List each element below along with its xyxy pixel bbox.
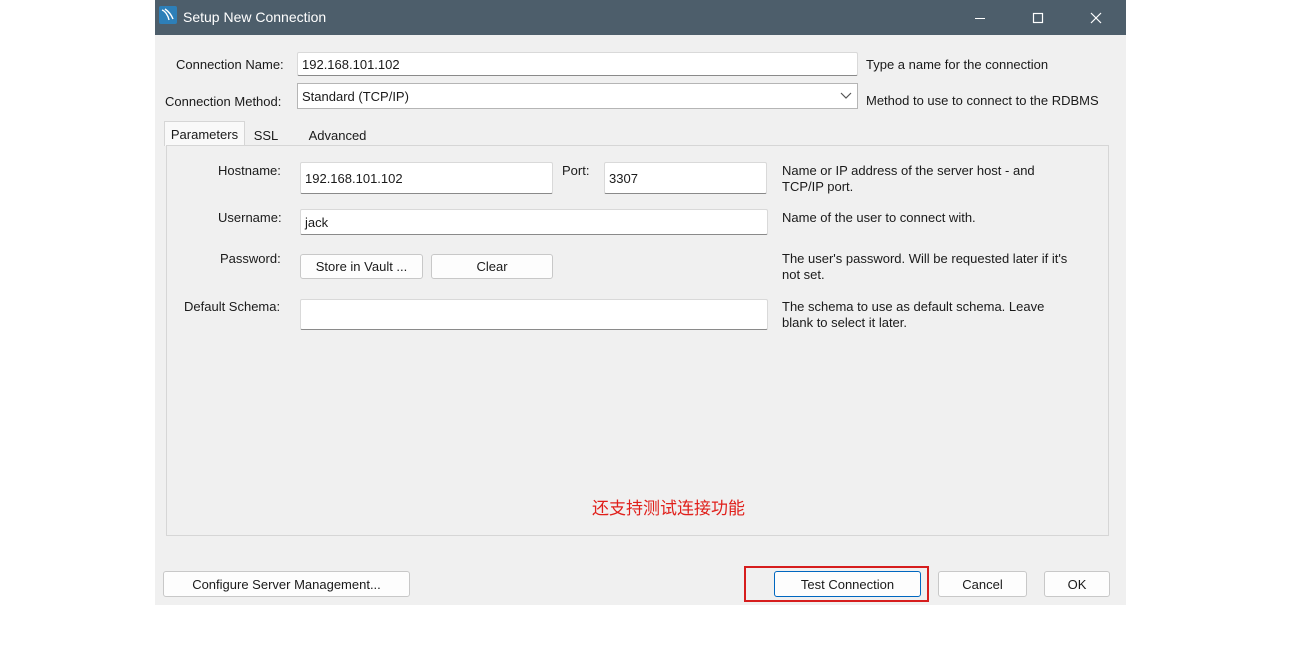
username-value: jack — [305, 214, 329, 230]
connection-method-select[interactable]: Standard (TCP/IP) — [297, 83, 858, 109]
username-label: Username: — [218, 210, 282, 225]
connection-name-label: Connection Name: — [176, 57, 284, 72]
minimize-icon — [975, 17, 985, 19]
configure-server-management-button[interactable]: Configure Server Management... — [163, 571, 410, 597]
password-hint: The user's password. Will be requested l… — [782, 251, 1067, 283]
configure-server-management-label: Configure Server Management... — [192, 576, 381, 592]
maximize-button[interactable] — [1015, 0, 1061, 35]
ok-button[interactable]: OK — [1044, 571, 1110, 597]
password-label: Password: — [220, 251, 281, 266]
tab-ssl-label: SSL — [253, 127, 279, 143]
connection-name-input[interactable]: 192.168.101.102 — [297, 52, 858, 76]
ok-label: OK — [1067, 576, 1087, 592]
tab-advanced[interactable]: Advanced — [299, 124, 376, 146]
host-hint-line2: TCP/IP port. — [782, 179, 854, 194]
test-connection-label: Test Connection — [800, 576, 895, 592]
close-icon — [1090, 12, 1102, 23]
hostname-label: Hostname: — [218, 163, 281, 178]
tab-ssl[interactable]: SSL — [246, 124, 286, 146]
store-in-vault-label: Store in Vault ... — [315, 259, 408, 274]
mysql-workbench-icon — [159, 6, 177, 24]
store-in-vault-button[interactable]: Store in Vault ... — [300, 254, 423, 279]
parameters-panel — [166, 145, 1109, 536]
password-hint-line2: not set. — [782, 267, 825, 282]
connection-name-hint: Type a name for the connection — [866, 57, 1049, 72]
connection-method-hint: Method to use to connect to the RDBMS — [866, 93, 1099, 108]
default-schema-input[interactable] — [300, 299, 768, 330]
default-schema-label: Default Schema: — [184, 299, 281, 314]
cancel-button[interactable]: Cancel — [938, 571, 1027, 597]
port-label: Port: — [562, 163, 590, 178]
host-hint-line1: Name or IP address of the server host - … — [782, 163, 1035, 178]
hostname-value: 192.168.101.102 — [305, 170, 403, 186]
port-value: 3307 — [609, 170, 638, 186]
connection-method-value: Standard (TCP/IP) — [302, 88, 409, 104]
host-hint: Name or IP address of the server host - … — [782, 163, 1035, 195]
port-input[interactable]: 3307 — [604, 162, 767, 194]
schema-hint-line2: blank to select it later. — [782, 315, 908, 330]
minimize-button[interactable] — [957, 0, 1003, 35]
clear-password-button[interactable]: Clear — [431, 254, 553, 279]
window-title: Setup New Connection — [183, 9, 327, 25]
tab-parameters[interactable]: Parameters — [164, 121, 245, 146]
password-hint-line1: The user's password. Will be requested l… — [782, 251, 1068, 266]
close-button[interactable] — [1073, 0, 1119, 35]
title-bar[interactable]: Setup New Connection — [155, 0, 1126, 35]
username-input[interactable]: jack — [300, 209, 768, 235]
cancel-label: Cancel — [962, 576, 1003, 592]
schema-hint: The schema to use as default schema. Lea… — [782, 299, 1044, 331]
schema-hint-line1: The schema to use as default schema. Lea… — [782, 299, 1045, 314]
tab-advanced-label: Advanced — [308, 127, 367, 143]
tab-parameters-label: Parameters — [170, 126, 239, 142]
hostname-input[interactable]: 192.168.101.102 — [300, 162, 553, 194]
connection-method-label: Connection Method: — [165, 94, 282, 109]
maximize-icon — [1032, 12, 1044, 23]
username-hint: Name of the user to connect with. — [782, 210, 976, 225]
clear-password-label: Clear — [476, 259, 508, 274]
test-connection-button[interactable]: Test Connection — [774, 571, 921, 597]
setup-connection-dialog: Setup New Connection Connection Name: 19… — [155, 0, 1126, 605]
connection-name-value: 192.168.101.102 — [302, 56, 400, 72]
annotation-note: 还支持测试连接功能 — [592, 499, 745, 518]
chevron-down-icon — [840, 92, 852, 99]
